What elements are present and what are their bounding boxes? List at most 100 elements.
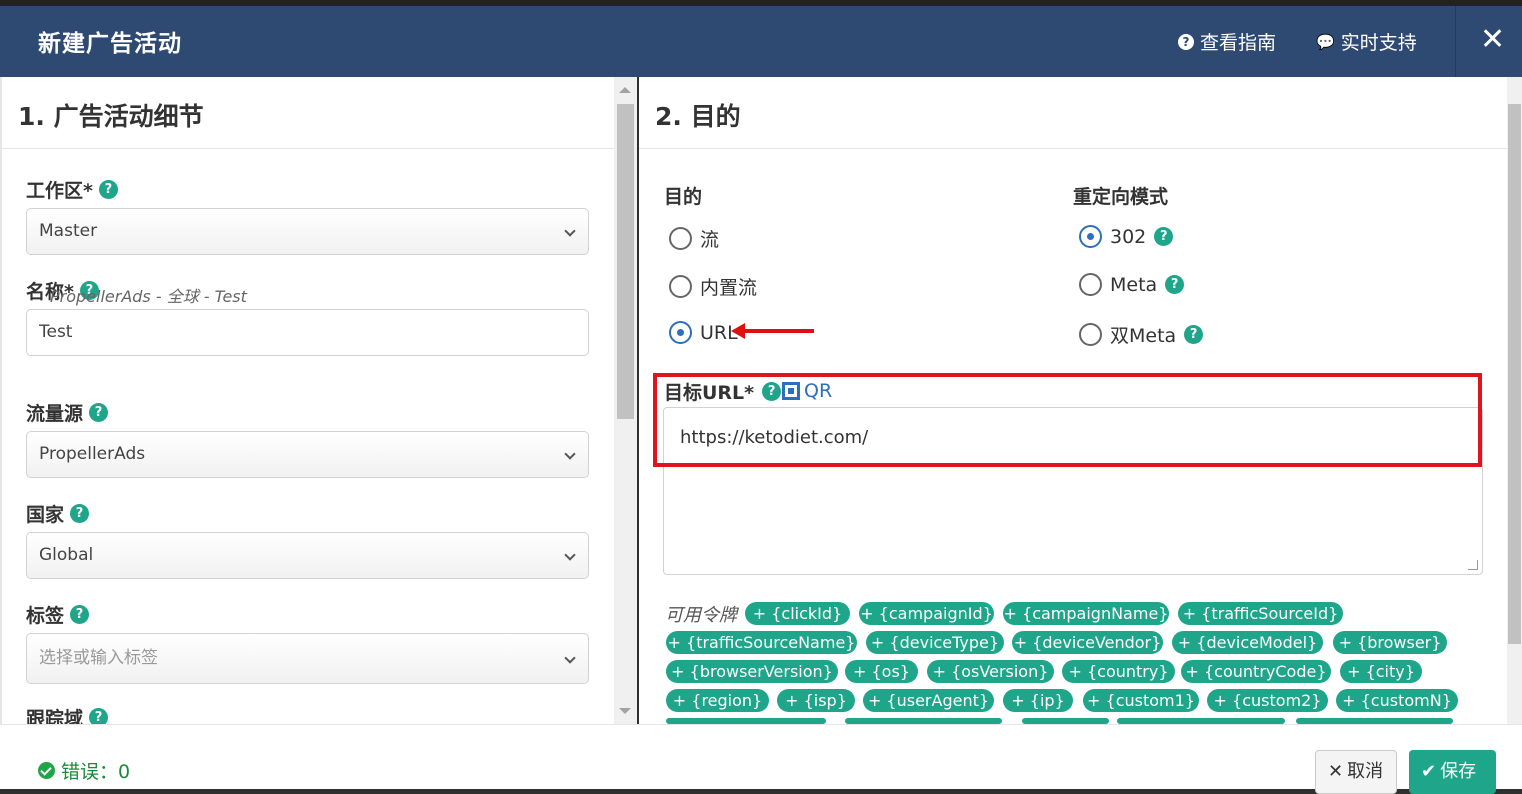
- guide-link[interactable]: ? 查看指南: [1178, 28, 1276, 55]
- dialog-title: 新建广告活动: [38, 31, 182, 57]
- token-chip[interactable]: + {campaignId}: [859, 602, 994, 625]
- save-label: 保存: [1440, 761, 1477, 782]
- radio-button-selected[interactable]: [669, 321, 692, 344]
- token-chip[interactable]: + {osVersion}: [927, 660, 1054, 683]
- left-scrollbar[interactable]: [614, 77, 637, 724]
- token-chip[interactable]: + {trafficSourceId}: [1178, 602, 1343, 625]
- country-label-text: 国家: [26, 504, 65, 526]
- scroll-thumb[interactable]: [617, 104, 634, 419]
- redirect-option-meta[interactable]: Meta ?: [1079, 273, 1185, 296]
- tokens-label: 可用令牌: [665, 605, 737, 626]
- support-link[interactable]: 💬 实时支持: [1316, 28, 1417, 55]
- token-chip[interactable]: + {browserVersion}: [666, 660, 838, 683]
- token-chip[interactable]: + {trafficSourceName}: [666, 631, 857, 654]
- country-value: Global: [39, 545, 94, 565]
- workspace-label-text: 工作区*: [26, 180, 93, 202]
- scroll-down-arrow[interactable]: [619, 708, 631, 714]
- traffic-source-select[interactable]: PropellerAds: [26, 431, 589, 478]
- errors-label: 错误：0: [61, 761, 131, 783]
- chevron-down-icon: [564, 448, 576, 460]
- tags-label: 标签 ?: [26, 601, 90, 628]
- country-select[interactable]: Global: [26, 532, 589, 579]
- token-chip[interactable]: + {isp}: [777, 689, 855, 712]
- token-chip[interactable]: + {region}: [666, 689, 769, 712]
- close-icon[interactable]: ✕: [1480, 22, 1505, 57]
- new-campaign-dialog: 新建广告活动 ? 查看指南 💬 实时支持 ✕ 1. 广告活动细节 工作区* ? …: [0, 0, 1522, 794]
- token-chip[interactable]: + {deviceType}: [866, 631, 1004, 654]
- help-icon[interactable]: ?: [70, 504, 90, 523]
- help-icon[interactable]: ?: [1184, 325, 1204, 344]
- guide-label: 查看指南: [1200, 32, 1277, 54]
- token-chip[interactable]: + {countryCode}: [1181, 660, 1331, 683]
- redirect-option-302[interactable]: 302 ?: [1079, 225, 1174, 248]
- traffic-source-label: 流量源 ?: [26, 399, 109, 426]
- token-chip[interactable]: + {deviceModel}: [1172, 631, 1323, 654]
- token-chip[interactable]: + {deviceVendor}: [1012, 631, 1163, 654]
- help-icon[interactable]: ?: [98, 180, 118, 199]
- option-label: 302: [1110, 225, 1147, 248]
- token-chip[interactable]: + {custom1}: [1083, 689, 1199, 712]
- right-scrollbar[interactable]: [1507, 77, 1522, 724]
- token-chip[interactable]: + {campaignName}: [1003, 602, 1169, 625]
- chevron-down-icon: [564, 225, 576, 237]
- option-label: Meta: [1110, 273, 1158, 296]
- workspace-label: 工作区* ?: [26, 176, 118, 203]
- red-arrow-annotation: [731, 323, 814, 339]
- option-label: 内置流: [700, 277, 758, 299]
- radio-button-selected[interactable]: [1079, 225, 1102, 248]
- destination-option-url[interactable]: URL: [669, 321, 738, 344]
- token-chip[interactable]: + {customN}: [1336, 689, 1458, 712]
- tags-placeholder: 选择或输入标签: [39, 648, 158, 668]
- token-chip[interactable]: + {custom2}: [1207, 689, 1328, 712]
- traffic-source-label-text: 流量源: [26, 403, 84, 425]
- redirect-mode-label: 重定向模式: [1073, 186, 1169, 208]
- scroll-up-arrow[interactable]: [619, 87, 631, 93]
- option-label: 双Meta: [1110, 325, 1177, 347]
- check-icon: ✔: [1421, 761, 1437, 782]
- radio-button[interactable]: [1079, 273, 1102, 296]
- radio-button[interactable]: [1079, 323, 1102, 346]
- destination-section-title: 2. 目的: [639, 77, 1507, 149]
- question-circle-icon: ?: [1178, 33, 1194, 50]
- country-label: 国家 ?: [26, 500, 90, 527]
- help-icon[interactable]: ?: [89, 403, 109, 422]
- destination-option-flow[interactable]: 流: [669, 225, 719, 252]
- token-chip[interactable]: + {city}: [1340, 660, 1422, 683]
- traffic-source-value: PropellerAds: [39, 444, 146, 464]
- token-chip[interactable]: + {browser}: [1333, 631, 1447, 654]
- destination-label: 目的: [664, 186, 703, 208]
- close-icon: ✕: [1328, 761, 1344, 782]
- tags-select[interactable]: 选择或输入标签: [26, 633, 589, 684]
- help-icon[interactable]: ?: [1165, 275, 1185, 294]
- workspace-value: Master: [39, 221, 98, 241]
- help-icon[interactable]: ?: [70, 605, 90, 624]
- dialog-header: 新建广告活动 ? 查看指南 💬 实时支持 ✕: [0, 6, 1522, 77]
- dialog-footer: [0, 724, 1522, 789]
- support-label: 实时支持: [1340, 32, 1417, 54]
- token-chip[interactable]: + {os}: [845, 660, 918, 683]
- scroll-thumb[interactable]: [1508, 104, 1521, 644]
- red-highlight-box: [653, 373, 1482, 467]
- token-chip[interactable]: + {country}: [1062, 660, 1175, 683]
- token-chip[interactable]: + {userAgent}: [863, 689, 994, 712]
- errors-status: 错误：0: [38, 757, 130, 784]
- token-chip[interactable]: + {clickId}: [745, 602, 850, 625]
- option-label: 流: [700, 229, 720, 251]
- cancel-button[interactable]: ✕ 取消: [1315, 750, 1397, 794]
- destination-option-builtin-flow[interactable]: 内置流: [669, 273, 757, 300]
- header-divider: [1455, 6, 1456, 77]
- workspace-select[interactable]: Master: [26, 208, 589, 255]
- tags-label-text: 标签: [26, 605, 65, 627]
- redirect-option-double-meta[interactable]: 双Meta ?: [1079, 321, 1204, 348]
- radio-button[interactable]: [669, 227, 692, 250]
- resize-handle[interactable]: [1468, 560, 1478, 570]
- cancel-label: 取消: [1347, 761, 1384, 782]
- details-section-title: 1. 广告活动细节: [2, 77, 614, 149]
- help-icon[interactable]: ?: [1154, 227, 1174, 246]
- radio-button[interactable]: [669, 275, 692, 298]
- save-button[interactable]: ✔ 保存: [1409, 750, 1496, 794]
- chevron-down-icon: [564, 652, 576, 664]
- token-chip[interactable]: + {ip}: [1003, 689, 1073, 712]
- name-input[interactable]: Test: [26, 309, 589, 356]
- chevron-down-icon: [564, 549, 576, 561]
